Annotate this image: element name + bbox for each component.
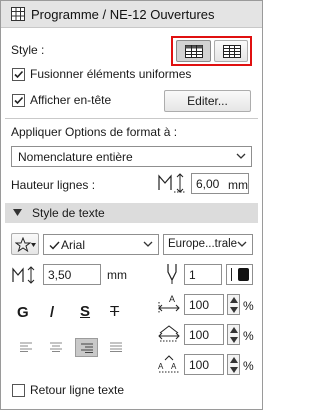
table-icon: [11, 7, 25, 21]
title-bar: Programme / NE-12 Ouvertures: [1, 1, 262, 28]
pen-color-swatch[interactable]: [226, 264, 253, 285]
text-size-value: 3,50: [48, 268, 72, 282]
font-value: Arial: [61, 238, 86, 252]
wrap-text-checkbox[interactable]: [12, 384, 25, 397]
svg-text:A: A: [158, 362, 164, 371]
checkmark-icon: [14, 96, 24, 105]
row-height-value: 6,00: [196, 177, 220, 191]
text-size-unit: mm: [107, 268, 127, 282]
svg-text:A: A: [169, 294, 175, 304]
chevron-down-icon: [237, 241, 247, 247]
chevron-down-icon: [143, 241, 153, 247]
width-percent-sign: %: [243, 299, 254, 313]
width-stepper[interactable]: [227, 294, 240, 315]
width-percent-input[interactable]: 100: [184, 294, 224, 315]
arrow-up-icon: [230, 327, 238, 333]
text-size-input[interactable]: 3,50: [43, 264, 101, 285]
align-left-icon: [20, 342, 32, 352]
align-right-button[interactable]: [75, 338, 98, 357]
char-height-icon: AA: [157, 352, 181, 374]
font-select[interactable]: Arial: [43, 234, 159, 255]
merge-checkbox[interactable]: [12, 68, 25, 81]
style-table-list-button[interactable]: [214, 40, 248, 62]
scope-value: Nomenclature entière: [18, 150, 133, 164]
collapse-triangle-icon: [13, 209, 22, 216]
align-center-icon: [50, 342, 62, 352]
svg-text:A: A: [171, 362, 177, 371]
text-size-icon: [12, 266, 38, 284]
height-stepper[interactable]: [227, 354, 240, 375]
align-left-button[interactable]: [15, 338, 38, 357]
text-style-section-header[interactable]: Style de texte: [5, 203, 258, 223]
arrow-down-icon: [230, 337, 238, 343]
height-percent-sign: %: [243, 359, 254, 373]
window-title: Programme / NE-12 Ouvertures: [31, 7, 215, 22]
scope-select[interactable]: Nomenclature entière: [11, 146, 252, 167]
header-checkbox[interactable]: [12, 94, 25, 107]
style-table-grid-button[interactable]: [176, 40, 211, 62]
style-label: Style :: [11, 43, 45, 57]
list-table-icon: [223, 45, 241, 58]
strikethrough-button[interactable]: T: [110, 303, 119, 320]
header-label: Afficher en-tête: [30, 93, 112, 107]
height-percent-value: 100: [189, 358, 210, 372]
char-spacing-icon: [157, 323, 181, 345]
row-height-icon: [157, 172, 189, 194]
spacing-percent-value: 100: [189, 328, 210, 342]
favorites-button[interactable]: [11, 233, 39, 255]
chevron-down-icon: [236, 153, 246, 159]
charset-select[interactable]: Europe...trale: [163, 234, 253, 255]
apply-format-label: Appliquer Options de format à :: [11, 125, 178, 139]
pen-icon: [165, 263, 179, 285]
wrap-text-label: Retour ligne texte: [30, 383, 125, 397]
row-height-unit: mm: [228, 178, 248, 192]
underline-button[interactable]: S: [80, 303, 90, 320]
arrow-up-icon: [230, 357, 238, 363]
grid-table-icon: [185, 45, 203, 58]
row-height-label: Hauteur lignes :: [11, 178, 96, 192]
align-justify-button[interactable]: [105, 338, 128, 357]
star-favorites-icon: [15, 237, 36, 252]
char-width-icon: A: [157, 294, 181, 314]
width-percent-value: 100: [189, 298, 210, 312]
charset-value: Europe...trale: [168, 238, 238, 250]
pen-input[interactable]: 1: [184, 264, 222, 285]
spacing-percent-input[interactable]: 100: [184, 324, 224, 345]
checkmark-icon: [49, 241, 60, 250]
arrow-up-icon: [230, 297, 238, 303]
merge-label: Fusionner éléments uniformes: [30, 67, 192, 81]
arrow-down-icon: [230, 367, 238, 373]
edit-button[interactable]: Editer...: [164, 90, 251, 112]
height-percent-input[interactable]: 100: [184, 354, 224, 375]
italic-button[interactable]: /: [50, 304, 54, 321]
align-center-button[interactable]: [45, 338, 68, 357]
text-style-title: Style de texte: [32, 206, 105, 220]
checkmark-icon: [14, 70, 24, 79]
bold-button[interactable]: G: [17, 304, 29, 321]
arrow-down-icon: [230, 307, 238, 313]
spacing-percent-sign: %: [243, 329, 254, 343]
spacing-stepper[interactable]: [227, 324, 240, 345]
divider: [5, 118, 258, 119]
align-justify-icon: [110, 342, 122, 352]
pen-value: 1: [189, 268, 196, 282]
align-right-icon: [81, 343, 93, 353]
